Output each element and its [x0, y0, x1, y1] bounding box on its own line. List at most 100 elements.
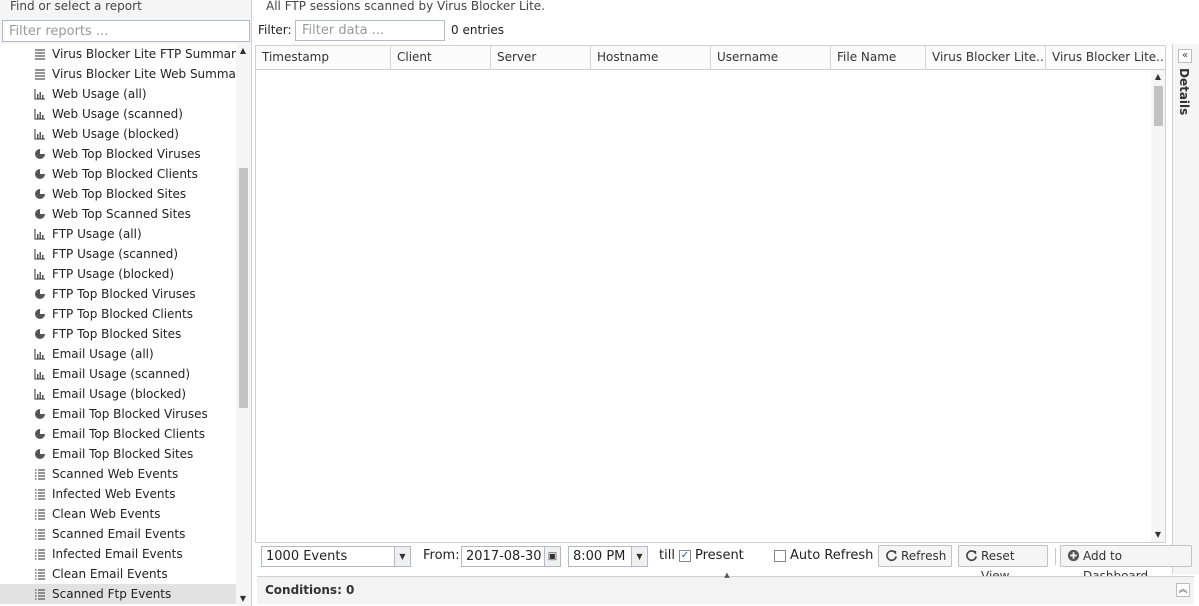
report-description: All FTP sessions scanned by Virus Blocke…: [266, 0, 545, 13]
report-tree-item[interactable]: Email Top Blocked Sites: [0, 444, 236, 464]
report-panel-title: Find or select a report: [10, 0, 142, 13]
report-tree-item[interactable]: Email Top Blocked Viruses: [0, 404, 236, 424]
report-tree-scrollbar[interactable]: ▲ ▼: [236, 44, 250, 606]
list-icon: [35, 489, 45, 500]
expand-details-icon[interactable]: «: [1178, 49, 1192, 63]
report-filter-input[interactable]: [2, 20, 250, 42]
report-tree-item-label: Email Usage (scanned): [52, 367, 191, 381]
report-tree-item[interactable]: Scanned Ftp Events: [0, 584, 236, 604]
report-tree-item[interactable]: Email Usage (blocked): [0, 384, 236, 404]
column-server[interactable]: Server: [491, 46, 591, 70]
report-tree-item-label: Email Top Blocked Clients: [52, 427, 206, 441]
report-tree-item[interactable]: Web Top Scanned Sites: [0, 204, 236, 224]
report-tree-item-label: Virus Blocker Lite FTP Summary: [52, 47, 236, 61]
pie-chart-icon: [35, 309, 45, 319]
column-file-name[interactable]: File Name: [831, 46, 926, 70]
report-tree-item[interactable]: Scanned Web Events: [0, 464, 236, 484]
pie-chart-icon: [35, 169, 45, 179]
present-label[interactable]: Present: [695, 548, 744, 563]
bar-chart-icon: [34, 369, 45, 380]
events-toolbar: 1000 Events ▼ From: 2017-08-30 ▣ 8:00 PM…: [255, 543, 1192, 583]
events-grid: Timestamp Client Server Hostname Usernam…: [255, 45, 1166, 543]
report-panel: Find or select a report Virus Blocker Li…: [0, 0, 252, 606]
chevron-down-icon[interactable]: ▼: [394, 547, 410, 566]
add-to-dashboard-button[interactable]: Add to Dashboard: [1060, 545, 1192, 583]
auto-refresh-label[interactable]: Auto Refresh: [790, 548, 873, 563]
report-tree-item[interactable]: Infected Web Events: [0, 484, 236, 504]
data-filter-label: Filter:: [258, 23, 292, 37]
grid-scroll-up-icon[interactable]: ▲: [1153, 72, 1163, 82]
conditions-title: Conditions: 0: [265, 583, 355, 597]
chevron-down-icon[interactable]: ▼: [631, 547, 647, 566]
report-tree-item[interactable]: Email Usage (all): [0, 344, 236, 364]
from-date-field[interactable]: 2017-08-30 ▣: [461, 546, 561, 567]
calendar-icon[interactable]: ▣: [544, 547, 560, 566]
grid-scroll-down-icon[interactable]: ▼: [1153, 530, 1163, 540]
grid-scrollbar[interactable]: ▲ ▼: [1151, 70, 1165, 542]
conditions-panel[interactable]: ▲ Conditions: 0 ︽: [257, 572, 1194, 604]
report-tree-item-label: Web Top Scanned Sites: [52, 207, 191, 221]
from-time-field[interactable]: 8:00 PM ▼: [568, 546, 648, 567]
from-label: From:: [423, 548, 460, 563]
list-icon: [35, 529, 45, 540]
column-hostname[interactable]: Hostname: [591, 46, 711, 70]
reset-view-button[interactable]: Reset View: [958, 545, 1048, 583]
report-tree-item[interactable]: FTP Usage (all): [0, 224, 236, 244]
scroll-up-arrow-icon[interactable]: ▲: [238, 46, 248, 56]
till-label: till: [659, 548, 675, 563]
report-tree-item[interactable]: FTP Top Blocked Sites: [0, 324, 236, 344]
report-tree-item-label: Clean Email Events: [52, 567, 168, 581]
report-tree: Virus Blocker Lite FTP Summary Virus Bloc…: [0, 44, 236, 606]
report-tree-item-label: FTP Usage (all): [52, 227, 142, 241]
report-tree-item[interactable]: Web Top Blocked Clients: [0, 164, 236, 184]
report-tree-item[interactable]: Email Usage (scanned): [0, 364, 236, 384]
report-tree-item-label: Email Top Blocked Viruses: [52, 407, 208, 421]
scroll-down-arrow-icon[interactable]: ▼: [238, 594, 248, 604]
bar-chart-icon: [34, 129, 45, 140]
report-tree-item[interactable]: Web Usage (all): [0, 84, 236, 104]
list-icon: [35, 509, 45, 520]
report-tree-item[interactable]: Email Top Blocked Clients: [0, 424, 236, 444]
report-tree-item[interactable]: FTP Top Blocked Clients: [0, 304, 236, 324]
report-tree-item[interactable]: Clean Web Events: [0, 504, 236, 524]
column-virus-blocker-lite-1[interactable]: Virus Blocker Lite...: [926, 46, 1046, 70]
report-tree-item-label: FTP Top Blocked Sites: [52, 327, 182, 341]
details-label[interactable]: Details: [1177, 68, 1191, 115]
report-tree-item[interactable]: Infected Email Events: [0, 544, 236, 564]
report-tree-item[interactable]: Web Usage (blocked): [0, 124, 236, 144]
expand-conditions-icon[interactable]: ︽: [1176, 583, 1190, 597]
column-virus-blocker-lite-2[interactable]: Virus Blocker Lite...: [1046, 46, 1165, 70]
report-tree-item[interactable]: Virus Blocker Lite FTP Summary: [0, 44, 236, 64]
report-tree-item[interactable]: Clean Email Events: [0, 564, 236, 584]
report-tree-item[interactable]: FTP Usage (blocked): [0, 264, 236, 284]
auto-refresh-checkbox[interactable]: [774, 550, 786, 562]
report-tree-item-label: Web Top Blocked Viruses: [52, 147, 201, 161]
data-filter-input[interactable]: [295, 20, 445, 41]
report-tree-item[interactable]: Web Top Blocked Sites: [0, 184, 236, 204]
report-tree-item[interactable]: Web Top Blocked Viruses: [0, 144, 236, 164]
grid-scroll-thumb[interactable]: [1154, 86, 1163, 126]
bar-chart-icon: [34, 249, 45, 260]
report-tree-item[interactable]: FTP Top Blocked Viruses: [0, 284, 236, 304]
events-limit-select[interactable]: 1000 Events ▼: [261, 546, 411, 567]
column-username[interactable]: Username: [711, 46, 831, 70]
pie-chart-icon: [35, 409, 45, 419]
report-tree-scroll-thumb[interactable]: [239, 168, 248, 408]
splitter-handle-icon[interactable]: ▲: [721, 572, 733, 579]
from-date-value: 2017-08-30: [466, 549, 542, 564]
bar-chart-icon: [34, 269, 45, 280]
summary-icon: [35, 69, 45, 80]
pie-chart-icon: [35, 209, 45, 219]
report-tree-item[interactable]: Scanned Email Events: [0, 524, 236, 544]
report-tree-item-label: Web Usage (all): [52, 87, 147, 101]
toolbar-separator: [1055, 548, 1056, 565]
details-panel[interactable]: « Details: [1172, 44, 1199, 574]
report-tree-item[interactable]: Web Usage (scanned): [0, 104, 236, 124]
column-client[interactable]: Client: [391, 46, 491, 70]
from-time-value: 8:00 PM: [573, 549, 626, 564]
refresh-button[interactable]: Refresh: [878, 545, 952, 567]
report-tree-item[interactable]: Virus Blocker Lite Web Summary: [0, 64, 236, 84]
report-tree-item[interactable]: FTP Usage (scanned): [0, 244, 236, 264]
present-checkbox[interactable]: ✓: [679, 550, 691, 562]
column-timestamp[interactable]: Timestamp: [256, 46, 391, 70]
